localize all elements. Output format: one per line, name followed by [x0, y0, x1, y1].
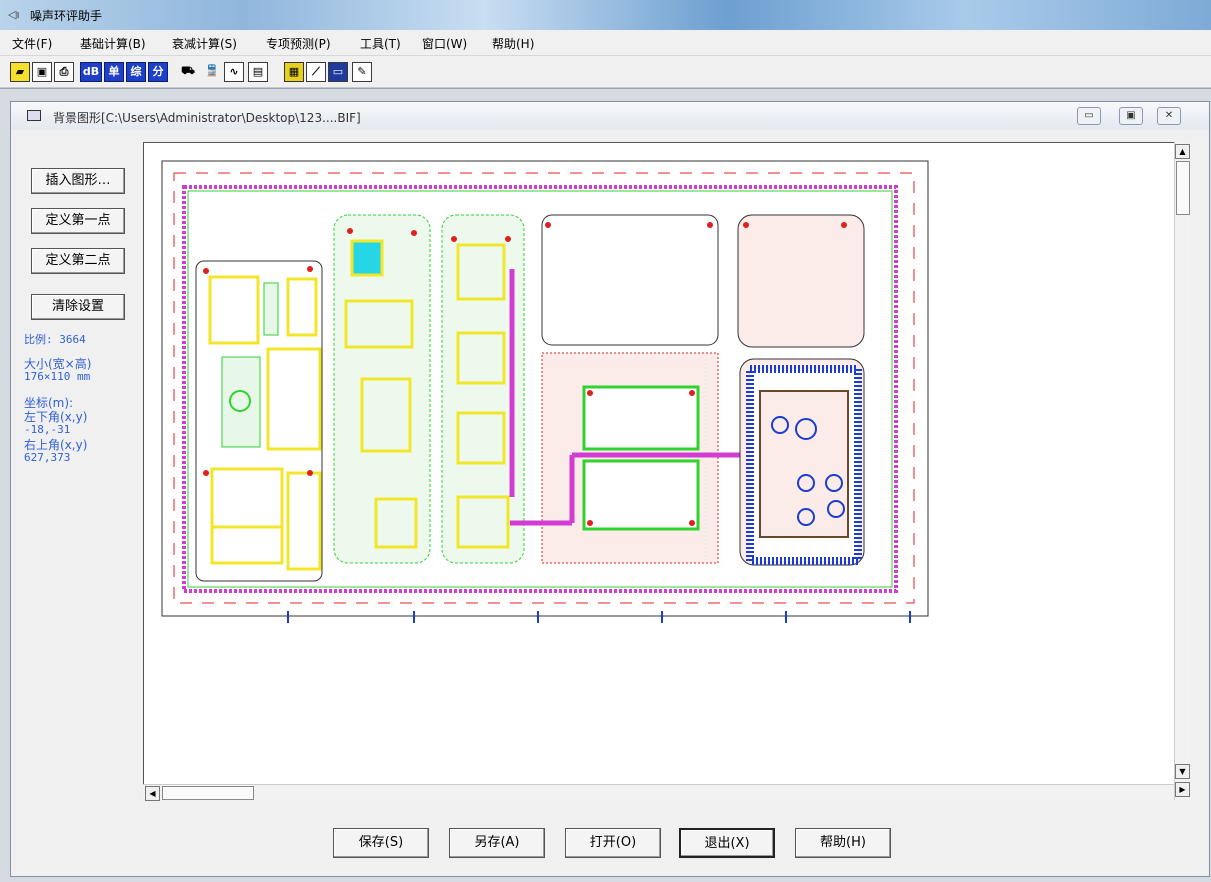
child-caption: 背景图形[C:\Users\Administrator\Desktop\123.… — [53, 111, 361, 125]
menu-help[interactable]: 帮助(H) — [492, 35, 534, 52]
menu-basic-calc[interactable]: 基础计算(B) — [80, 35, 146, 52]
split-icon[interactable]: 分 — [148, 62, 168, 82]
restore-icon[interactable]: ▣ — [1119, 107, 1143, 125]
site-plan-drawing — [144, 143, 944, 643]
menu-window[interactable]: 窗口(W) — [422, 35, 467, 52]
vertical-scrollbar[interactable]: ▲ ▼ ▶ — [1174, 142, 1191, 800]
minimize-icon[interactable]: ▭ — [1077, 107, 1101, 125]
define-first-point-button[interactable]: 定义第一点 — [31, 208, 125, 234]
menu-bar: 文件(F) 基础计算(B) 衰减计算(S) 专项预测(P) 工具(T) 窗口(W… — [0, 30, 1211, 56]
background-graphic-window: 背景图形[C:\Users\Administrator\Desktop\123.… — [10, 101, 1210, 877]
window-icon[interactable]: ▭ — [328, 62, 348, 82]
menu-tools[interactable]: 工具(T) — [360, 35, 401, 52]
scroll-left-icon[interactable]: ◀ — [145, 786, 160, 801]
grid-icon[interactable]: ▦ — [284, 62, 304, 82]
menu-attenuation-calc[interactable]: 衰减计算(S) — [172, 35, 237, 52]
menu-file[interactable]: 文件(F) — [12, 35, 52, 52]
edit-icon[interactable]: ✎ — [352, 62, 372, 82]
chart-icon[interactable]: ⟋ — [306, 62, 326, 82]
insert-graphic-button[interactable]: 插入图形… — [31, 168, 125, 194]
close-icon[interactable]: ✕ — [1157, 107, 1181, 125]
save-as-button[interactable]: 另存(A) — [449, 828, 545, 858]
child-title-bar: 背景图形[C:\Users\Administrator\Desktop\123.… — [11, 102, 1209, 130]
calculator-icon[interactable]: ▤ — [248, 62, 268, 82]
app-title: 噪声环评助手 — [30, 9, 103, 23]
vertical-scroll-thumb[interactable] — [1176, 161, 1190, 215]
save-button[interactable]: 保存(S) — [333, 828, 429, 858]
scroll-up-icon[interactable]: ▲ — [1175, 144, 1190, 159]
wave-icon[interactable]: ∿ — [224, 62, 244, 82]
document-icon — [27, 110, 41, 121]
lower-left-value: -18,-31 — [24, 423, 71, 436]
size-value: 176×110 mm — [24, 370, 91, 383]
menu-special-predict[interactable]: 专项预测(P) — [266, 35, 331, 52]
clear-settings-button[interactable]: 清除设置 — [31, 294, 125, 320]
scroll-down-icon[interactable]: ▼ — [1175, 764, 1190, 779]
scroll-right-icon[interactable]: ▶ — [1175, 782, 1190, 797]
speaker-icon: ◁ı — [8, 8, 20, 21]
open-button[interactable]: 打开(O) — [565, 828, 661, 858]
scale-text: 比例: 3664 — [24, 333, 86, 346]
title-bar: ◁ı 噪声环评助手 — [0, 0, 1211, 30]
define-second-point-button[interactable]: 定义第二点 — [31, 248, 125, 274]
drawing-canvas[interactable] — [143, 142, 1174, 784]
help-button[interactable]: 帮助(H) — [795, 828, 891, 858]
train-icon[interactable]: 🚆 — [202, 62, 222, 82]
open-folder-icon[interactable]: ▰ — [10, 62, 30, 82]
horizontal-scroll-thumb[interactable] — [162, 786, 254, 800]
upper-right-value: 627,373 — [24, 451, 71, 464]
vehicle-icon[interactable]: ⛟ — [178, 62, 198, 82]
toolbar: ▰ ▣ ⎙ dB 单 综 分 ⛟ 🚆 ∿ ▤ ▦ ⟋ ▭ ✎ — [0, 56, 1211, 88]
composite-icon[interactable]: 综 — [126, 62, 146, 82]
db-icon[interactable]: dB — [80, 62, 102, 82]
save-icon[interactable]: ▣ — [32, 62, 52, 82]
mdi-area: 背景图形[C:\Users\Administrator\Desktop\123.… — [0, 88, 1211, 882]
print-icon[interactable]: ⎙ — [54, 62, 74, 82]
single-icon[interactable]: 单 — [104, 62, 124, 82]
exit-button[interactable]: 退出(X) — [679, 828, 775, 858]
horizontal-scrollbar[interactable]: ◀ — [143, 784, 1174, 801]
